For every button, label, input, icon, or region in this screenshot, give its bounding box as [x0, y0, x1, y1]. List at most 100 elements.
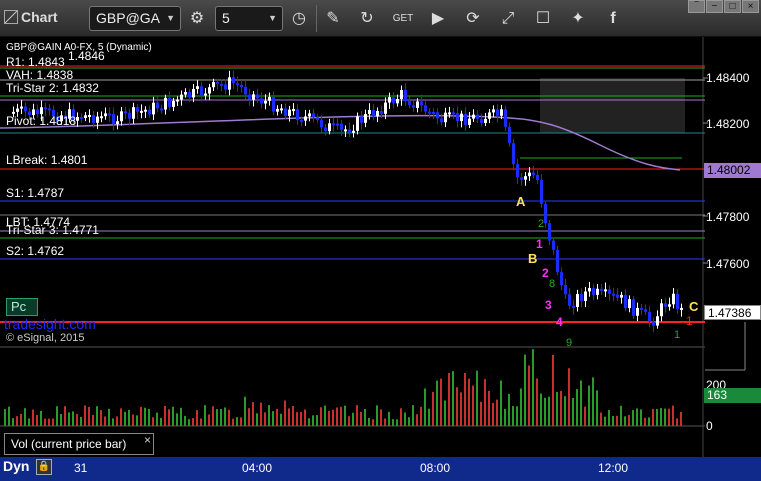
chevron-down-icon[interactable]: ▼ [166, 7, 175, 30]
volume-bar [40, 410, 42, 426]
volume-bar [460, 392, 462, 426]
candle-body [216, 82, 219, 85]
volume-bar [256, 413, 258, 426]
chat-icon[interactable]: ☐ [530, 6, 556, 31]
candle-body [676, 293, 679, 310]
candle-body [648, 311, 651, 322]
candle-body [220, 83, 223, 86]
volume-bar [444, 400, 446, 426]
candle-body [236, 83, 239, 86]
time-tick: 31 [74, 461, 88, 475]
candle-body [48, 108, 51, 111]
close-icon[interactable]: × [742, 0, 759, 13]
volume-bar [332, 409, 334, 426]
volume-bar [152, 417, 154, 426]
candle-body [420, 101, 423, 106]
symbol-input[interactable]: GBP@GA ▼ [89, 6, 181, 31]
volume-bar [312, 415, 314, 426]
symbol-value: GBP@GA [96, 10, 161, 26]
pencil-icon[interactable]: ✎ [320, 6, 346, 31]
get-icon[interactable]: GET [390, 6, 416, 31]
toolbar: Chart GBP@GA ▼ ⚙ 5 ▼ ◷ ✎ ↻ GET ▶ ⟳ ⤢ ☐ ✦ f… [0, 0, 761, 37]
candle-body [224, 84, 227, 90]
restore-icon[interactable]: ‾ [688, 0, 705, 13]
volume-bar [96, 406, 98, 426]
lock-icon[interactable]: 🔒 [36, 459, 52, 475]
volume-bar [468, 378, 470, 426]
volume-bar [512, 406, 514, 426]
annotation-b: B [528, 251, 538, 266]
price-tick: 1.47600 [706, 257, 750, 271]
volume-bar [476, 370, 478, 426]
volume-bar [4, 409, 6, 426]
candle-body [108, 113, 111, 116]
candle-body [448, 112, 451, 115]
candle-body [212, 82, 215, 88]
maximize-icon[interactable]: □ [724, 0, 741, 13]
close-icon[interactable]: × [144, 430, 151, 450]
candle-body [80, 116, 83, 119]
volume-bar [524, 354, 526, 426]
candle-body [364, 114, 367, 123]
minimize-icon[interactable]: − [706, 0, 723, 13]
candle-body [392, 97, 395, 104]
rotate-icon[interactable]: ⟳ [460, 6, 486, 31]
volume-bar [140, 406, 142, 426]
candle-body [176, 99, 179, 102]
candle-body [636, 307, 639, 316]
price-chart[interactable] [0, 37, 761, 481]
candle-body [608, 289, 611, 294]
volume-study-legend[interactable]: Vol (current price bar) × [4, 433, 154, 455]
volume-bar [532, 349, 534, 426]
volume-bar [260, 402, 262, 426]
candle-body [316, 117, 319, 121]
candle-body [680, 307, 683, 310]
candle-body [196, 86, 199, 89]
clock-icon[interactable]: ◷ [286, 6, 312, 31]
candle-body [140, 110, 143, 113]
gear-icon[interactable]: ⚙ [184, 6, 210, 31]
candle-body [332, 123, 335, 126]
volume-bar [132, 414, 134, 426]
volume-bar [536, 378, 538, 426]
volume-bar [636, 408, 638, 426]
volume-bar [392, 419, 394, 426]
volume-bar [504, 408, 506, 426]
volume-bar [520, 388, 522, 426]
candle-body [552, 240, 555, 250]
pc-badge[interactable]: Pc [6, 298, 38, 316]
link-icon[interactable]: ⤢ [495, 6, 521, 31]
volume-bar [268, 405, 270, 426]
candle-body [424, 105, 427, 112]
refresh-icon[interactable]: ↻ [354, 6, 380, 31]
volume-bar [196, 410, 198, 426]
twitter-icon[interactable]: ✦ [565, 6, 591, 31]
candle-body [356, 116, 359, 131]
volume-bar [60, 414, 62, 426]
volume-bar [472, 385, 474, 426]
chevron-down-icon[interactable]: ▼ [268, 7, 277, 30]
volume-bar [284, 400, 286, 426]
candle-body [460, 113, 463, 122]
candle-body [456, 113, 459, 122]
volume-bar [248, 408, 250, 426]
candle-body [652, 321, 655, 326]
candle-body [200, 86, 203, 96]
candle-body [480, 118, 483, 123]
volume-bar [136, 415, 138, 426]
time-tick: 04:00 [242, 461, 273, 475]
play-icon[interactable]: ▶ [425, 6, 451, 31]
facebook-icon[interactable]: f [600, 6, 626, 31]
volume-bar [320, 407, 322, 426]
volume-bar [304, 409, 306, 426]
volume-bar [16, 416, 18, 426]
interval-input[interactable]: 5 ▼ [215, 6, 283, 31]
candle-body [188, 91, 191, 98]
dynamic-mode-label[interactable]: Dyn [3, 458, 29, 474]
candle-body [568, 294, 571, 306]
candle-body [128, 112, 131, 119]
candle-body [248, 94, 251, 100]
candle-body [372, 109, 375, 117]
volume-bar [92, 414, 94, 426]
volume-bar [676, 418, 678, 426]
